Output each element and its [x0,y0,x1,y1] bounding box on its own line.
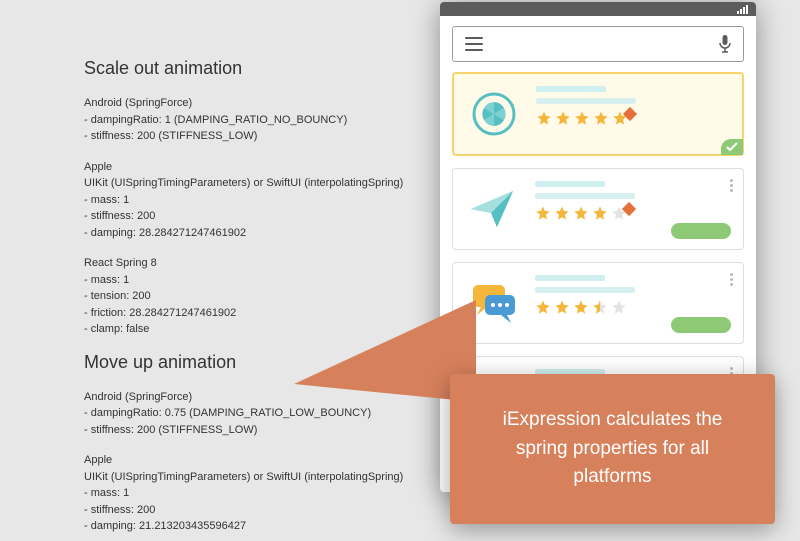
more-icon[interactable] [730,273,733,286]
plane-icon [463,179,523,239]
install-button[interactable] [671,223,731,239]
app-card-0[interactable] [452,72,744,156]
title-placeholder [535,275,605,281]
subtitle-placeholder [535,193,635,199]
callout-bubble: iExpression calculates the spring proper… [450,374,775,524]
hamburger-icon[interactable] [465,37,483,51]
subtitle-placeholder [536,98,636,104]
signal-icon [737,5,748,14]
title-placeholder [536,86,606,92]
lens-icon [464,84,524,144]
status-bar [440,2,756,16]
callout-text: iExpression calculates the spring proper… [476,406,749,492]
app-card-2[interactable] [452,262,744,344]
install-button[interactable] [671,317,731,333]
more-icon[interactable] [730,179,733,192]
search-bar[interactable] [452,26,744,62]
section1-android: Android (SpringForce) - dampingRatio: 1 … [84,95,424,145]
section1-title: Scale out animation [84,58,424,79]
check-icon [721,139,743,155]
section2-apple: Apple UIKit (UISpringTimingParameters) o… [84,452,424,535]
title-placeholder [535,181,605,187]
app-card-1[interactable] [452,168,744,250]
star-rating [536,110,732,131]
subtitle-placeholder [535,287,635,293]
mic-icon[interactable] [719,35,731,53]
section1-apple: Apple UIKit (UISpringTimingParameters) o… [84,159,424,242]
callout-tail [294,300,476,402]
